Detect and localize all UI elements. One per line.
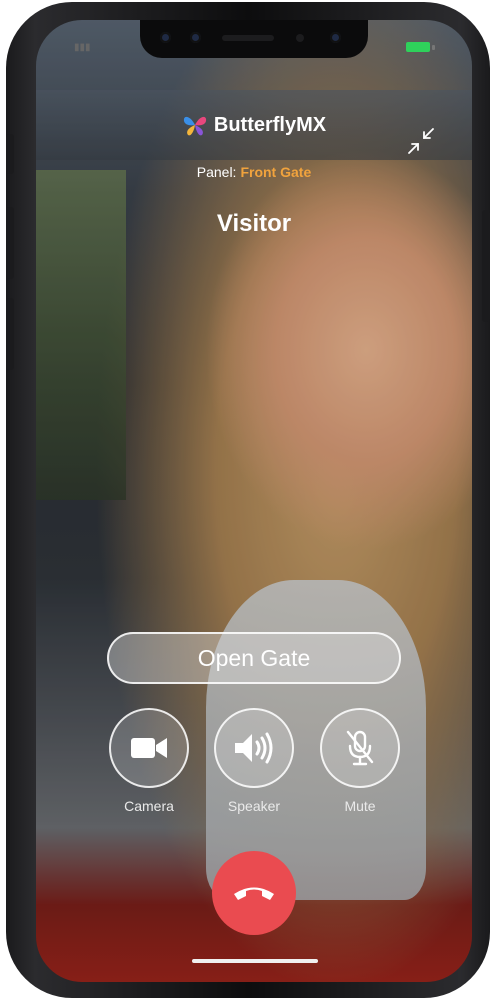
speaker-button[interactable] bbox=[214, 708, 294, 788]
power-button bbox=[482, 210, 490, 322]
camera-button[interactable] bbox=[109, 708, 189, 788]
volume-down-button bbox=[6, 298, 14, 370]
speaker-label: Speaker bbox=[227, 798, 281, 814]
mute-control: Mute bbox=[318, 708, 402, 814]
volume-up-button bbox=[6, 207, 14, 279]
panel-value: Front Gate bbox=[240, 164, 312, 180]
notch bbox=[140, 20, 368, 58]
microphone-off-icon bbox=[346, 730, 374, 766]
caller-name: Visitor bbox=[216, 210, 292, 237]
camera-label: Camera bbox=[124, 798, 174, 814]
collapse-arrows-icon bbox=[408, 128, 434, 154]
camera-control: Camera bbox=[107, 708, 191, 814]
phone-frame: ▮▮▮ ButterflyMX Panel: Front Gate Visito… bbox=[6, 2, 490, 998]
call-screen: ▮▮▮ ButterflyMX Panel: Front Gate Visito… bbox=[36, 20, 472, 982]
signal-icon: ▮▮▮ bbox=[74, 42, 91, 53]
mute-switch bbox=[6, 134, 14, 174]
speaker-icon bbox=[235, 732, 273, 764]
battery-icon bbox=[406, 42, 430, 52]
mute-label: Mute bbox=[344, 798, 376, 814]
mute-button[interactable] bbox=[320, 708, 400, 788]
butterfly-logo-icon bbox=[183, 116, 206, 136]
panel-info: Panel: Front Gate bbox=[36, 164, 472, 180]
panel-label: Panel: bbox=[196, 164, 237, 180]
open-gate-button[interactable]: Open Gate bbox=[107, 632, 401, 684]
video-camera-icon bbox=[131, 738, 167, 758]
minimize-button[interactable] bbox=[404, 124, 438, 158]
hangup-button[interactable] bbox=[212, 851, 296, 935]
home-indicator[interactable] bbox=[192, 959, 318, 963]
phone-hangup-icon bbox=[234, 887, 274, 900]
speaker-control: Speaker bbox=[212, 708, 296, 814]
brand-name: ButterflyMX bbox=[213, 113, 327, 136]
